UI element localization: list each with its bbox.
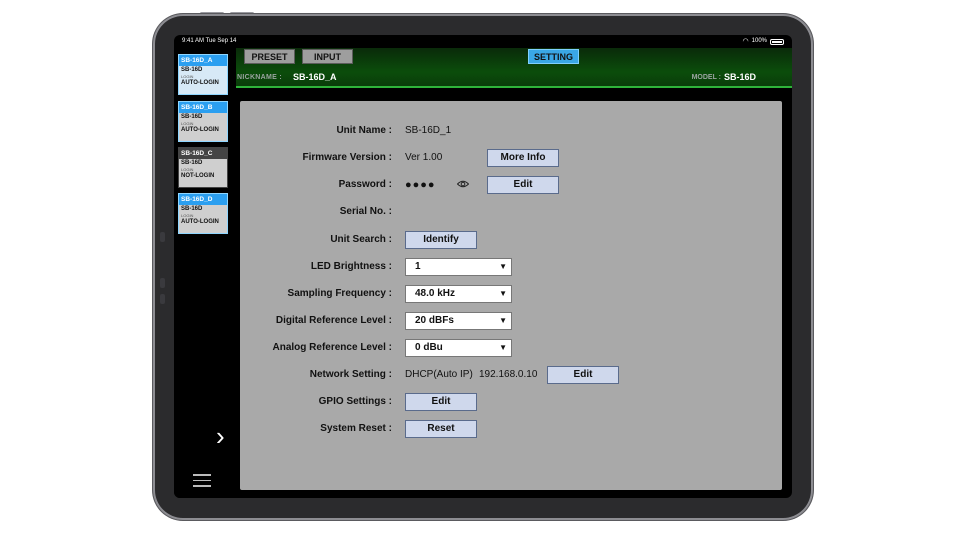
wifi-icon: ◠ — [742, 38, 749, 45]
unit-login-status: AUTO-LOGIN — [181, 219, 219, 225]
header-divider — [236, 86, 792, 88]
digital-ref-select[interactable]: 20 dBFs ▼ — [405, 312, 512, 330]
hamburger-menu-icon[interactable] — [193, 474, 211, 491]
select-value: 20 dBFs — [415, 315, 454, 326]
unit-name: SB-16D_C — [179, 148, 227, 159]
row-unit-name: Unit Name : SB-16D_1 — [240, 122, 782, 140]
network-edit-button[interactable]: Edit — [547, 366, 619, 384]
unit-name-value: SB-16D_1 — [405, 125, 452, 136]
unit-sidebar: SB-16D_A SB-16D LOGIN AUTO-LOGIN SB-16D_… — [174, 48, 236, 498]
sampling-frequency-label: Sampling Frequency : — [287, 288, 392, 299]
nickname-value: SB-16D_A — [293, 72, 337, 82]
row-firmware: Firmware Version : Ver 1.00 More Info — [240, 149, 782, 167]
system-reset-label: System Reset : — [320, 423, 392, 434]
eye-icon[interactable] — [457, 180, 469, 188]
dropdown-arrow-icon: ▼ — [499, 316, 507, 325]
digital-ref-label: Digital Reference Level : — [275, 315, 392, 326]
sensor-dot — [160, 278, 165, 288]
firmware-label: Firmware Version : — [302, 152, 392, 163]
row-analog-ref: Analog Reference Level : 0 dBu ▼ — [240, 339, 782, 357]
row-gpio: GPIO Settings : Edit — [240, 393, 782, 411]
status-bar: 9:41 AM Tue Sep 14 ◠ 100% — [174, 35, 792, 48]
analog-ref-label: Analog Reference Level : — [272, 342, 392, 353]
dropdown-arrow-icon: ▼ — [499, 262, 507, 271]
more-info-button[interactable]: More Info — [487, 149, 559, 167]
gpio-label: GPIO Settings : — [318, 396, 392, 407]
unit-model: SB-16D — [181, 206, 203, 212]
unit-name: SB-16D_B — [181, 104, 213, 111]
model-label: MODEL : — [691, 74, 721, 81]
gpio-edit-button[interactable]: Edit — [405, 393, 477, 411]
led-brightness-select[interactable]: 1 ▼ — [405, 258, 512, 276]
tab-input[interactable]: INPUT — [302, 49, 353, 64]
model-value: SB-16D — [723, 72, 756, 82]
firmware-value: Ver 1.00 — [405, 152, 443, 163]
select-value: 48.0 kHz — [415, 288, 456, 299]
app-screen: 9:41 AM Tue Sep 14 ◠ 100% SB-16D_A SB-16… — [174, 35, 792, 498]
status-time: 9:41 AM Tue Sep 14 — [182, 38, 237, 44]
unit-model: SB-16D — [181, 114, 203, 120]
dropdown-arrow-icon: ▼ — [499, 289, 507, 298]
unit-login-status: AUTO-LOGIN — [181, 127, 219, 133]
led-brightness-label: LED Brightness : — [310, 261, 392, 272]
header-bar: PRESET INPUT SETTING NICKNAME : SB-16D_A… — [236, 48, 792, 88]
dropdown-arrow-icon: ▼ — [499, 343, 507, 352]
network-label: Network Setting : — [309, 369, 392, 380]
select-value: 0 dBu — [415, 342, 443, 353]
camera-dot — [160, 232, 165, 242]
row-digital-ref: Digital Reference Level : 20 dBFs ▼ — [240, 312, 782, 330]
serial-label: Serial No. : — [339, 206, 392, 217]
row-unit-search: Unit Search : Identify — [240, 231, 782, 249]
sensor-dot — [160, 294, 165, 304]
unit-name-label: Unit Name : — [336, 125, 392, 136]
unit-login-status: AUTO-LOGIN — [181, 80, 219, 86]
row-sampling-frequency: Sampling Frequency : 48.0 kHz ▼ — [240, 285, 782, 303]
sampling-frequency-select[interactable]: 48.0 kHz ▼ — [405, 285, 512, 303]
row-serial: Serial No. : — [240, 203, 782, 221]
password-value: ●●●● — [405, 179, 436, 191]
row-system-reset: System Reset : Reset — [240, 420, 782, 438]
unit-model: SB-16D — [181, 67, 203, 73]
unit-name: SB-16D_D — [181, 196, 213, 203]
battery-icon — [770, 38, 784, 45]
tab-setting[interactable]: SETTING — [528, 49, 579, 64]
nickname-label: NICKNAME : — [237, 74, 282, 81]
select-value: 1 — [415, 261, 421, 272]
tab-preset[interactable]: PRESET — [244, 49, 295, 64]
identify-button[interactable]: Identify — [405, 231, 477, 249]
row-password: Password : ●●●● Edit — [240, 176, 782, 194]
unit-login-status: NOT-LOGIN — [181, 173, 215, 179]
unit-card-b[interactable]: SB-16D_B SB-16D LOGIN AUTO-LOGIN — [178, 101, 228, 142]
unit-card-a[interactable]: SB-16D_A SB-16D LOGIN AUTO-LOGIN — [178, 54, 228, 95]
unit-search-label: Unit Search : — [330, 234, 392, 245]
chevron-right-icon[interactable]: › — [216, 423, 225, 449]
unit-model: SB-16D — [181, 160, 203, 166]
row-network: Network Setting : DHCP(Auto IP) 192.168.… — [240, 366, 782, 384]
password-edit-button[interactable]: Edit — [487, 176, 559, 194]
analog-ref-select[interactable]: 0 dBu ▼ — [405, 339, 512, 357]
battery-percent: 100% — [751, 38, 767, 44]
network-ip: 192.168.0.10 — [479, 369, 538, 380]
row-led-brightness: LED Brightness : 1 ▼ — [240, 258, 782, 276]
settings-panel: Unit Name : SB-16D_1 Firmware Version : … — [240, 101, 782, 490]
reset-button[interactable]: Reset — [405, 420, 477, 438]
unit-card-c[interactable]: SB-16D_C SB-16D LOGIN NOT-LOGIN — [178, 147, 228, 188]
unit-name: SB-16D_A — [181, 57, 213, 64]
network-mode: DHCP(Auto IP) — [405, 369, 473, 380]
password-label: Password : — [338, 179, 392, 190]
unit-card-d[interactable]: SB-16D_D SB-16D LOGIN AUTO-LOGIN — [178, 193, 228, 234]
